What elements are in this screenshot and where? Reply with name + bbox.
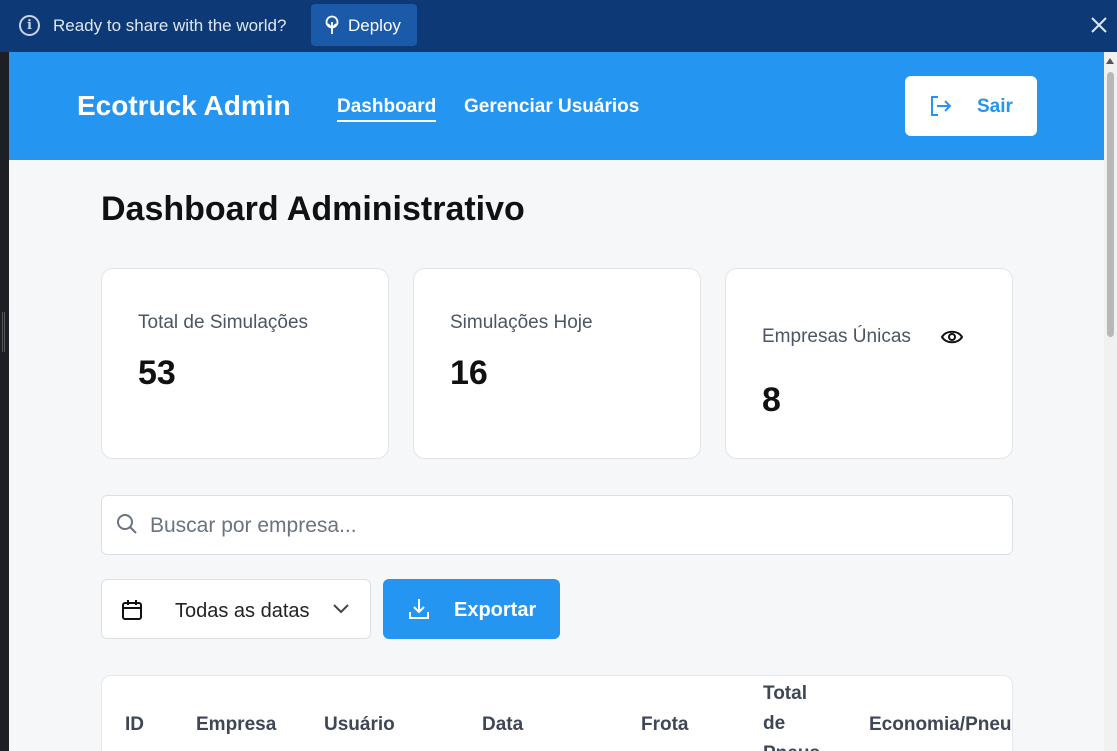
- stat-card-unique-companies: Empresas Únicas 8: [725, 268, 1013, 459]
- logout-button[interactable]: Sair: [905, 76, 1037, 136]
- deploy-icon: [325, 15, 339, 34]
- eye-icon[interactable]: [940, 328, 964, 346]
- column-header-date[interactable]: Data: [482, 714, 523, 736]
- deploy-button[interactable]: Deploy: [311, 4, 417, 46]
- stat-value: 16: [450, 354, 488, 392]
- deploy-label: Deploy: [348, 16, 401, 35]
- scrollbar[interactable]: [1104, 52, 1117, 751]
- logout-icon: [931, 96, 952, 116]
- stat-label: Total de Simulações: [138, 312, 309, 333]
- stat-card-total-simulations: Total de Simulações 53: [101, 268, 389, 459]
- date-filter-select[interactable]: Todas as datas: [101, 579, 371, 639]
- column-header-company[interactable]: Empresa: [196, 714, 276, 736]
- window-edge: [0, 0, 9, 751]
- close-icon[interactable]: [1088, 14, 1110, 36]
- scroll-up-arrow[interactable]: [1106, 58, 1114, 64]
- brand-title: Ecotruck Admin: [77, 90, 291, 121]
- nav-dashboard[interactable]: Dashboard: [337, 96, 437, 122]
- simulations-table: ID Empresa Usuário Data Frota Total de P…: [101, 675, 1013, 751]
- column-header-fleet[interactable]: Frota: [641, 714, 689, 736]
- stat-value: 53: [138, 354, 176, 392]
- stat-card-simulations-today: Simulações Hoje 16: [413, 268, 701, 459]
- search-icon: [117, 514, 137, 534]
- deploy-banner: i Ready to share with the world? Deploy: [0, 0, 1117, 52]
- stat-label: Simulações Hoje: [450, 312, 593, 333]
- download-icon: [409, 599, 429, 619]
- export-label: Exportar: [454, 599, 537, 621]
- stat-value: 8: [762, 381, 781, 419]
- column-header-id[interactable]: ID: [125, 714, 144, 736]
- scrollbar-thumb[interactable]: [1107, 72, 1114, 337]
- stat-label: Empresas Únicas: [762, 326, 911, 347]
- export-button[interactable]: Exportar: [383, 579, 560, 639]
- calendar-icon: [122, 600, 142, 620]
- column-header-total-tires[interactable]: Total de Pneus: [763, 679, 833, 751]
- chevron-down-icon: [333, 604, 349, 614]
- search-input[interactable]: [150, 508, 990, 544]
- search-box: [101, 495, 1013, 555]
- logout-label: Sair: [977, 96, 1013, 117]
- banner-message: Ready to share with the world?: [53, 16, 287, 35]
- info-icon: i: [19, 15, 40, 36]
- app-header: Ecotruck Admin Dashboard Gerenciar Usuár…: [9, 52, 1104, 160]
- nav-manage-users[interactable]: Gerenciar Usuários: [464, 96, 639, 118]
- page-title: Dashboard Administrativo: [101, 190, 525, 228]
- column-header-savings-per-tire[interactable]: Economia/Pneu: [869, 714, 1012, 736]
- resize-grip[interactable]: [2, 312, 5, 352]
- column-header-user[interactable]: Usuário: [324, 714, 395, 736]
- date-filter-value: Todas as datas: [175, 600, 310, 622]
